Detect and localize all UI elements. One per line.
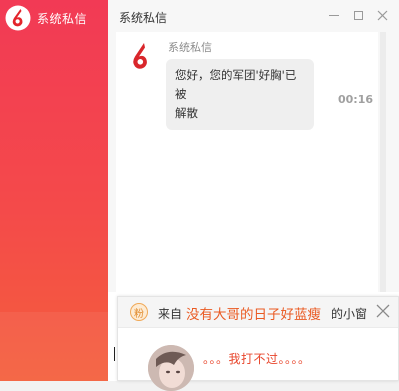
close-button[interactable] bbox=[373, 6, 391, 24]
fan-badge: 粉 bbox=[130, 303, 148, 321]
app-logo-icon bbox=[5, 5, 31, 31]
text-caret bbox=[114, 347, 115, 361]
title-bar: 系统私信 bbox=[108, 0, 399, 32]
minimize-icon bbox=[329, 14, 339, 16]
sidebar-conversation-item[interactable]: 系统私信 bbox=[0, 0, 108, 36]
close-icon bbox=[377, 10, 387, 20]
sidebar-conversation-title: 系统私信 bbox=[37, 11, 88, 26]
window-title: 系统私信 bbox=[119, 11, 168, 25]
notification-from-suffix: 的小窗 bbox=[331, 307, 368, 321]
message-list: 系统私信 您好，您的军团'好胸'已被 解散 00:16 bbox=[116, 32, 378, 292]
minimize-button[interactable] bbox=[325, 6, 343, 24]
message-sender: 系统私信 bbox=[168, 41, 212, 54]
notification-from-name[interactable]: 没有大哥的日子好蓝瘦 bbox=[186, 303, 321, 323]
sidebar: 系统私信 bbox=[0, 0, 108, 381]
maximize-icon bbox=[353, 10, 363, 20]
notification-close-icon[interactable] bbox=[374, 302, 392, 320]
avatar-photo-icon bbox=[148, 345, 194, 391]
avatar bbox=[148, 345, 194, 391]
notification-popup[interactable]: 粉 来自 没有大哥的日子好蓝瘦 的小窗 。。。我打不过。。。。 bbox=[117, 296, 399, 391]
notification-message: 。。。我打不过。。。。 bbox=[203, 352, 311, 366]
notification-from-label: 来自 bbox=[158, 307, 183, 321]
maximize-button[interactable] bbox=[349, 6, 367, 24]
notification-header: 粉 来自 没有大哥的日子好蓝瘦 的小窗 bbox=[118, 297, 398, 328]
window-controls bbox=[325, 6, 391, 24]
message-bubble: 您好，您的军团'好胸'已被 解散 bbox=[166, 59, 314, 130]
sidebar-footer bbox=[0, 312, 108, 381]
scrollbar[interactable] bbox=[380, 32, 386, 292]
message-text-line: 您好，您的军团'好胸'已被 bbox=[175, 68, 297, 101]
sender-avatar-icon bbox=[125, 41, 157, 73]
message-text-line: 解散 bbox=[175, 106, 198, 120]
message-time: 00:16 bbox=[338, 93, 374, 106]
